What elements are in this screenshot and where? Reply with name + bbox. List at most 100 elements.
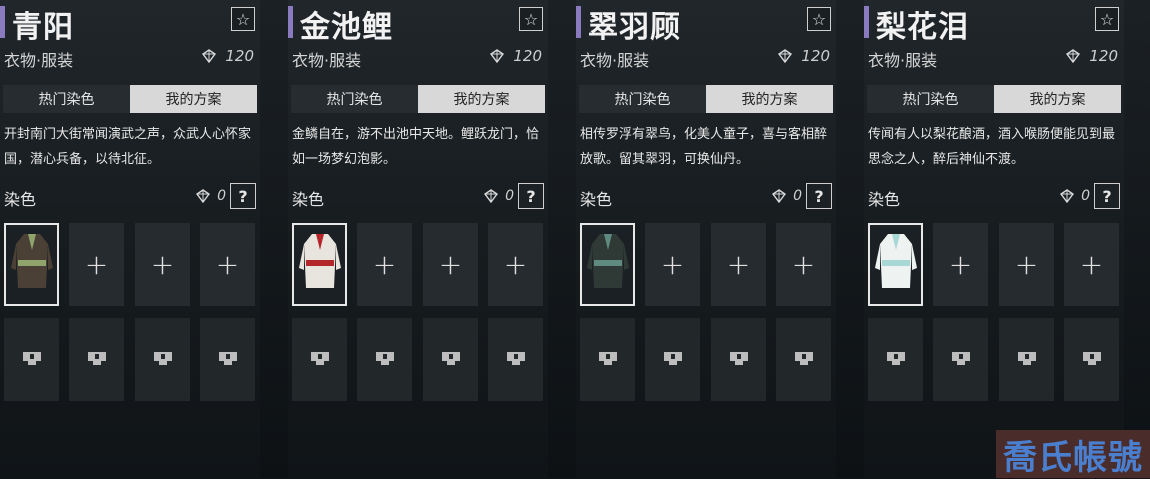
favorite-button[interactable]: ☆ xyxy=(1095,7,1119,31)
dye-section-label: 染色 xyxy=(292,190,325,209)
outfit-card: 金池鲤 ☆ 衣物·服装 120 热门染色 我的方案 金鳞自在，游不出池中天地。鲤跃龙门，恰如… xyxy=(288,0,548,478)
price-value: 120 xyxy=(513,47,542,65)
tab-popular-dyes[interactable]: 热门染色 xyxy=(3,85,130,113)
jade-currency-icon xyxy=(489,49,505,63)
jade-currency-icon xyxy=(777,49,793,63)
help-button[interactable]: ? xyxy=(230,183,256,209)
favorite-button[interactable]: ☆ xyxy=(807,7,831,31)
dye-slot-selected[interactable] xyxy=(4,223,59,306)
dye-cost-value: 0 xyxy=(793,188,802,204)
locked-dye-slot[interactable] xyxy=(645,318,700,401)
add-dye-slot[interactable]: + xyxy=(357,223,412,306)
lock-icon xyxy=(505,349,527,371)
price-value: 120 xyxy=(801,47,830,65)
jade-currency-icon xyxy=(195,189,211,203)
background-gap xyxy=(260,0,288,478)
item-type: 衣物·服装 xyxy=(4,51,74,70)
locked-dye-slot[interactable] xyxy=(1064,318,1119,401)
dye-section-label: 染色 xyxy=(580,190,613,209)
favorite-button[interactable]: ☆ xyxy=(231,7,255,31)
price: 120 xyxy=(1065,47,1118,65)
dye-slot-selected[interactable] xyxy=(868,223,923,306)
lock-icon xyxy=(885,349,907,371)
add-dye-slot[interactable]: + xyxy=(776,223,831,306)
outfit-thumbnail xyxy=(586,228,630,302)
add-dye-slot[interactable]: + xyxy=(69,223,124,306)
help-button[interactable]: ? xyxy=(806,183,832,209)
locked-dye-slot[interactable] xyxy=(868,318,923,401)
lock-icon xyxy=(728,349,750,371)
add-dye-slot[interactable]: + xyxy=(645,223,700,306)
add-dye-slot[interactable]: + xyxy=(711,223,766,306)
tab-popular-dyes[interactable]: 热门染色 xyxy=(291,85,418,113)
locked-dye-slot[interactable] xyxy=(135,318,190,401)
dye-cost: 0 xyxy=(483,188,514,204)
locked-dye-slot[interactable] xyxy=(776,318,831,401)
title-accent-bar xyxy=(0,6,5,38)
tab-my-schemes[interactable]: 我的方案 xyxy=(994,85,1121,113)
plus-icon: + xyxy=(150,248,175,281)
tab-my-schemes[interactable]: 我的方案 xyxy=(130,85,257,113)
title-accent-bar xyxy=(864,6,869,38)
title-accent-bar xyxy=(576,6,581,38)
tab-bar: 热门染色 我的方案 xyxy=(291,85,545,113)
locked-dye-slot[interactable] xyxy=(711,318,766,401)
lock-icon xyxy=(440,349,462,371)
dye-section-label: 染色 xyxy=(4,190,37,209)
plus-icon: + xyxy=(215,248,240,281)
locked-dye-slot[interactable] xyxy=(292,318,347,401)
dye-cost: 0 xyxy=(1059,188,1090,204)
tab-popular-dyes[interactable]: 热门染色 xyxy=(579,85,706,113)
outfit-title: 梨花泪 xyxy=(876,10,969,45)
outfit-thumbnail xyxy=(874,228,918,302)
help-button[interactable]: ? xyxy=(1094,183,1120,209)
plus-icon: + xyxy=(438,248,463,281)
add-dye-slot[interactable]: + xyxy=(933,223,988,306)
add-dye-slot[interactable]: + xyxy=(488,223,543,306)
help-button[interactable]: ? xyxy=(518,183,544,209)
plus-icon: + xyxy=(372,248,397,281)
tab-my-schemes[interactable]: 我的方案 xyxy=(706,85,833,113)
tab-bar: 热门染色 我的方案 xyxy=(579,85,833,113)
add-dye-slot[interactable]: + xyxy=(200,223,255,306)
outfit-card: 翠羽顾 ☆ 衣物·服装 120 热门染色 我的方案 相传罗浮有翠鸟，化美人童子，喜与客相醉放… xyxy=(576,0,836,478)
item-type: 衣物·服装 xyxy=(292,51,362,70)
jade-currency-icon xyxy=(771,189,787,203)
tab-popular-dyes[interactable]: 热门染色 xyxy=(867,85,994,113)
star-icon: ☆ xyxy=(1099,9,1115,29)
locked-dye-slot[interactable] xyxy=(4,318,59,401)
favorite-button[interactable]: ☆ xyxy=(519,7,543,31)
lock-icon xyxy=(217,349,239,371)
jade-currency-icon xyxy=(1065,49,1081,63)
plus-icon: + xyxy=(948,248,973,281)
locked-dye-slot[interactable] xyxy=(580,318,635,401)
price: 120 xyxy=(777,47,830,65)
plus-icon: + xyxy=(791,248,816,281)
locked-dye-slot[interactable] xyxy=(200,318,255,401)
locked-dye-slot[interactable] xyxy=(69,318,124,401)
title-accent-bar xyxy=(288,6,293,38)
locked-dye-slot[interactable] xyxy=(933,318,988,401)
outfit-description: 传闻有人以梨花酿酒，酒入喉肠便能见到最思念之人，醉后神仙不渡。 xyxy=(868,127,1116,167)
add-dye-slot[interactable]: + xyxy=(135,223,190,306)
add-dye-slot[interactable]: + xyxy=(423,223,478,306)
plus-icon: + xyxy=(503,248,528,281)
locked-dye-slot[interactable] xyxy=(488,318,543,401)
dye-slot-selected[interactable] xyxy=(292,223,347,306)
dye-section-label: 染色 xyxy=(868,190,901,209)
outfit-description: 开封南门大街常闻演武之声，众武人心怀家国，潜心兵备，以待北征。 xyxy=(4,127,252,167)
add-dye-slot[interactable]: + xyxy=(999,223,1054,306)
item-type: 衣物·服装 xyxy=(868,51,938,70)
tab-my-schemes[interactable]: 我的方案 xyxy=(418,85,545,113)
lock-icon xyxy=(1081,349,1103,371)
locked-dye-slot[interactable] xyxy=(357,318,412,401)
jade-currency-icon xyxy=(1059,189,1075,203)
add-dye-slot[interactable]: + xyxy=(1064,223,1119,306)
lock-icon xyxy=(86,349,108,371)
lock-icon xyxy=(374,349,396,371)
dye-slot-selected[interactable] xyxy=(580,223,635,306)
locked-dye-slot[interactable] xyxy=(999,318,1054,401)
locked-dye-slot[interactable] xyxy=(423,318,478,401)
plus-icon: + xyxy=(1079,248,1104,281)
watermark: 喬氏帳號 xyxy=(996,430,1150,478)
